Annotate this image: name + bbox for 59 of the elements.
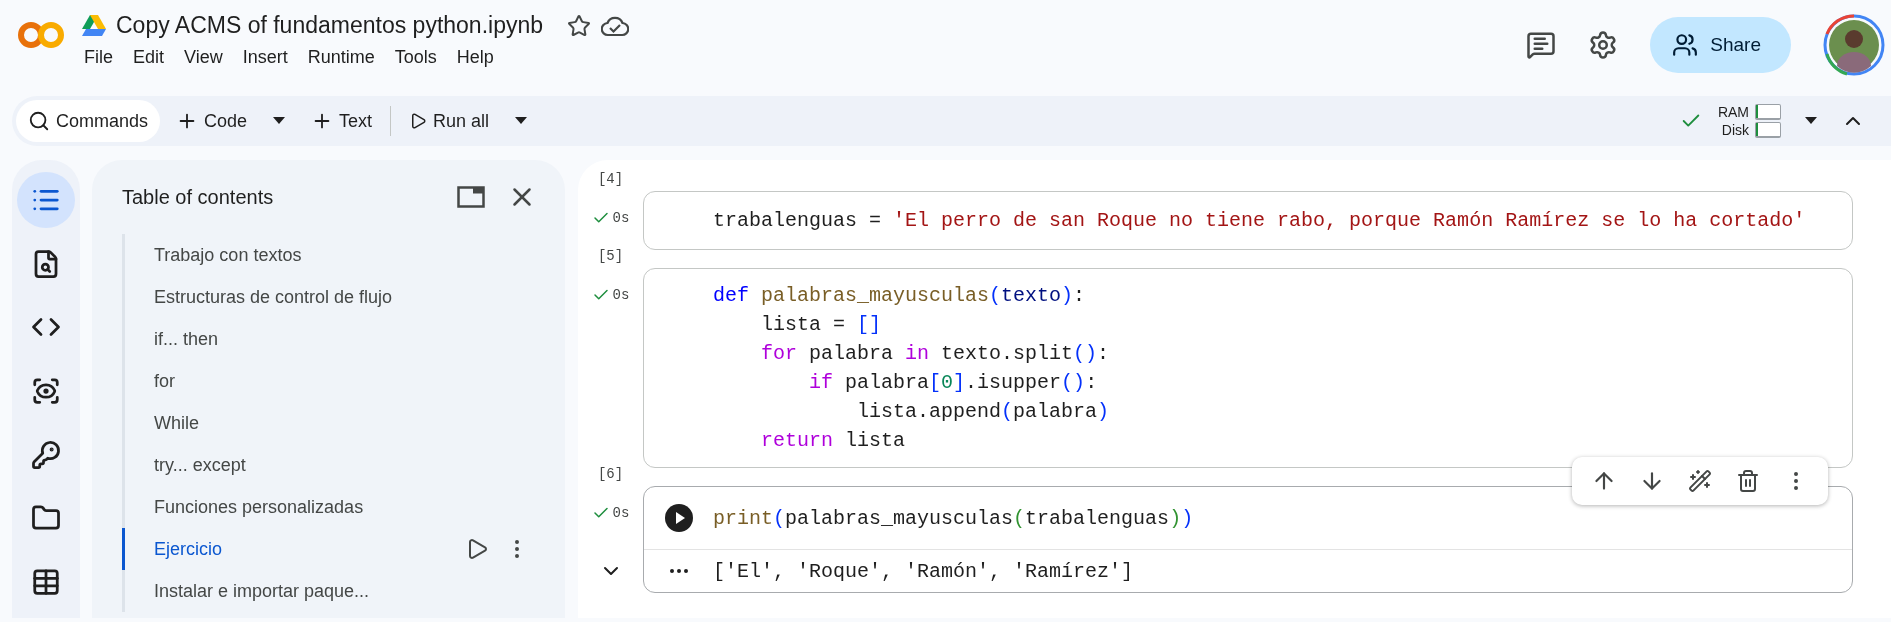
code-line: return lista	[760, 428, 907, 454]
comment-icon[interactable]	[1526, 30, 1557, 60]
run-time: 0s	[612, 210, 630, 226]
toc-item[interactable]: Instalar e importar paque...	[154, 580, 370, 602]
table-of-contents-icon[interactable]	[17, 172, 75, 228]
star-icon[interactable]	[567, 13, 592, 38]
menu-item[interactable]: View	[176, 45, 231, 70]
play-icon	[409, 112, 428, 130]
toc-item[interactable]: if... then	[154, 328, 219, 350]
cloud-check-icon[interactable]	[601, 14, 630, 37]
run-all-button[interactable]: Run all	[397, 100, 502, 142]
execution-count: [6]	[597, 466, 624, 482]
search-icon	[28, 110, 50, 132]
code-cell[interactable]: def palabras_mayusculas(texto): lista = [] for palabra in texto.split(): if palabra[0].isupper(): lista.append(palabra) return lista	[643, 268, 1853, 468]
code-line: def palabras_mayusculas(texto):	[713, 283, 1087, 309]
toc-item[interactable]: Trabajo con textos	[154, 244, 302, 266]
menu-item[interactable]: Edit	[125, 45, 173, 70]
toc-item[interactable]: Ejercicio	[154, 538, 223, 560]
run-time: 0s	[612, 287, 630, 303]
menu-item[interactable]: Help	[448, 45, 502, 70]
people-icon	[1672, 32, 1699, 58]
execution-count: [5]	[597, 248, 624, 264]
document-title[interactable]: Copy ACMS of fundamentos python.ipynb	[116, 12, 544, 39]
code-cell[interactable]: trabalenguas = 'El perro de san Roque no tiene rabo, porque Ramón Ramírez se lo ha cortado'	[643, 191, 1853, 250]
caret-icon[interactable]	[273, 117, 286, 125]
code-line: for palabra in texto.split():	[760, 341, 1110, 367]
avatar[interactable]	[1823, 14, 1885, 76]
add-text-button[interactable]: Text	[299, 100, 385, 142]
run-time: 0s	[612, 505, 630, 521]
cell-output: ['El', 'Roque', 'Ramón', 'Ramírez']	[713, 559, 1134, 583]
toc-item[interactable]: While	[154, 412, 199, 434]
menu-item[interactable]: Runtime	[299, 45, 383, 70]
settings-icon[interactable]	[1588, 30, 1619, 60]
disk-label: Disk	[1720, 122, 1749, 138]
code-line: trabalenguas = 'El perro de san Roque no tiene rabo, porque Ramón Ramírez se lo ha cortado'	[713, 208, 1806, 234]
toc-item[interactable]: try... except	[154, 454, 246, 476]
add-code-button[interactable]: Code	[164, 100, 260, 142]
commands-button[interactable]: Commands	[16, 100, 161, 142]
run-cell-button[interactable]	[663, 503, 694, 533]
dock-icon[interactable]	[457, 186, 485, 208]
colab-logo[interactable]	[18, 20, 64, 50]
share-button[interactable]: Share	[1650, 17, 1791, 73]
code-cell[interactable]: print(palabras_mayusculas(trabalenguas)) ['El', 'Roque', 'Ramón', 'Ramírez']	[643, 486, 1853, 593]
menu-item[interactable]: Tools	[386, 45, 445, 70]
ram-label: RAM	[1717, 104, 1749, 120]
menu-item[interactable]: Insert	[234, 45, 296, 70]
panel-title: Table of contents	[122, 185, 274, 209]
toc-item[interactable]: Estructuras de control de flujo	[154, 286, 393, 308]
code-line: if palabra[0].isupper():	[808, 370, 1099, 396]
toc-item[interactable]: for	[154, 370, 175, 392]
caret-icon[interactable]	[1805, 117, 1817, 125]
toc-item[interactable]: Funciones personalizadas	[154, 496, 364, 518]
code-line: print(palabras_mayusculas(trabalenguas))	[713, 505, 1194, 532]
code-line: lista.append(palabra)	[856, 399, 1110, 425]
caret-icon[interactable]	[515, 117, 528, 125]
execution-count: [4]	[597, 171, 624, 187]
menu-item[interactable]: File	[76, 45, 121, 70]
drive-icon	[82, 15, 106, 36]
code-line: lista = []	[760, 312, 883, 338]
